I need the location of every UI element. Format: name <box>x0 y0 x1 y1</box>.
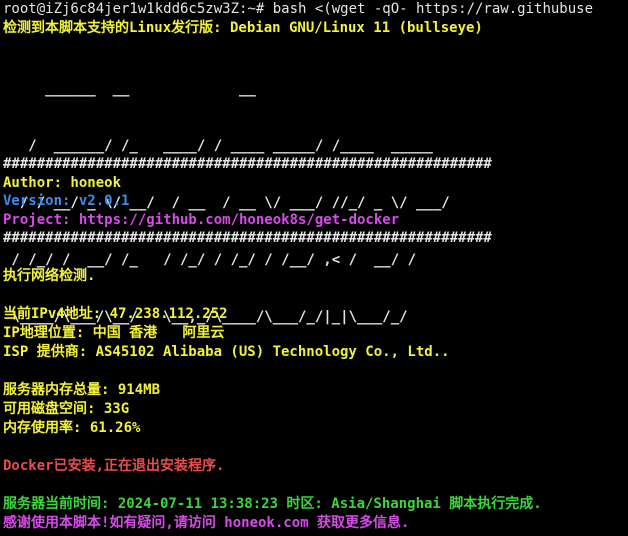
command-line: root@iZj6c84jer1w1kdd6c5zw3Z:~# bash <(w… <box>3 0 593 19</box>
version-line: Version: v2.0.1 <box>3 193 130 209</box>
separator-line: ########################################… <box>3 156 492 172</box>
detect-distro-line: 检测到本脚本支持的Linux发行版: Debian GNU/Linux 11 (… <box>3 20 483 36</box>
ascii-art-line: / ______/ /_ ____/ / ____ _____/ /____ _… <box>3 138 433 154</box>
author-line: Author: honeok <box>3 175 122 191</box>
memory-total-line: 服务器内存总量: 914MB <box>3 382 161 398</box>
project-link[interactable]: https://github.com/honeok8s/get-docker <box>79 212 399 228</box>
disk-free-line: 可用磁盘空间: 33G <box>3 401 130 417</box>
isp-line: ISP 提供商: AS45102 Alibaba (US) Technology… <box>3 344 450 360</box>
shell-prompt: root@iZj6c84jer1w1kdd6c5zw3Z:~# <box>3 1 273 17</box>
network-check-line: 执行网络检测. <box>3 268 96 284</box>
terminal-window[interactable]: root@iZj6c84jer1w1kdd6c5zw3Z:~# bash <(w… <box>0 0 628 536</box>
docker-status-line: Docker已安装,正在退出安装程序. <box>3 458 225 474</box>
project-line: Project: https://github.com/honeok8s/get… <box>3 211 399 230</box>
separator-line: ########################################… <box>3 230 492 246</box>
geo-location-line: IP地理位置: 中国 香港 阿里云 <box>3 325 225 341</box>
memory-usage-line: 内存使用率: 61.26% <box>3 420 141 436</box>
thanks-line: 感谢使用本脚本!如有疑问,请访问 honeok.com 获取更多信息. <box>3 515 410 531</box>
ipv4-line: 当前IPv4地址: 47.238.112.252 <box>3 306 228 322</box>
shell-command: bash <(wget -qO- https://raw.githubuse <box>272 1 594 17</box>
server-time-line: 服务器当前时间: 2024-07-11 13:38:23 时区: Asia/Sh… <box>3 496 542 512</box>
ascii-art-line: ______ __ __ <box>3 81 391 97</box>
project-label: Project: <box>3 212 79 228</box>
